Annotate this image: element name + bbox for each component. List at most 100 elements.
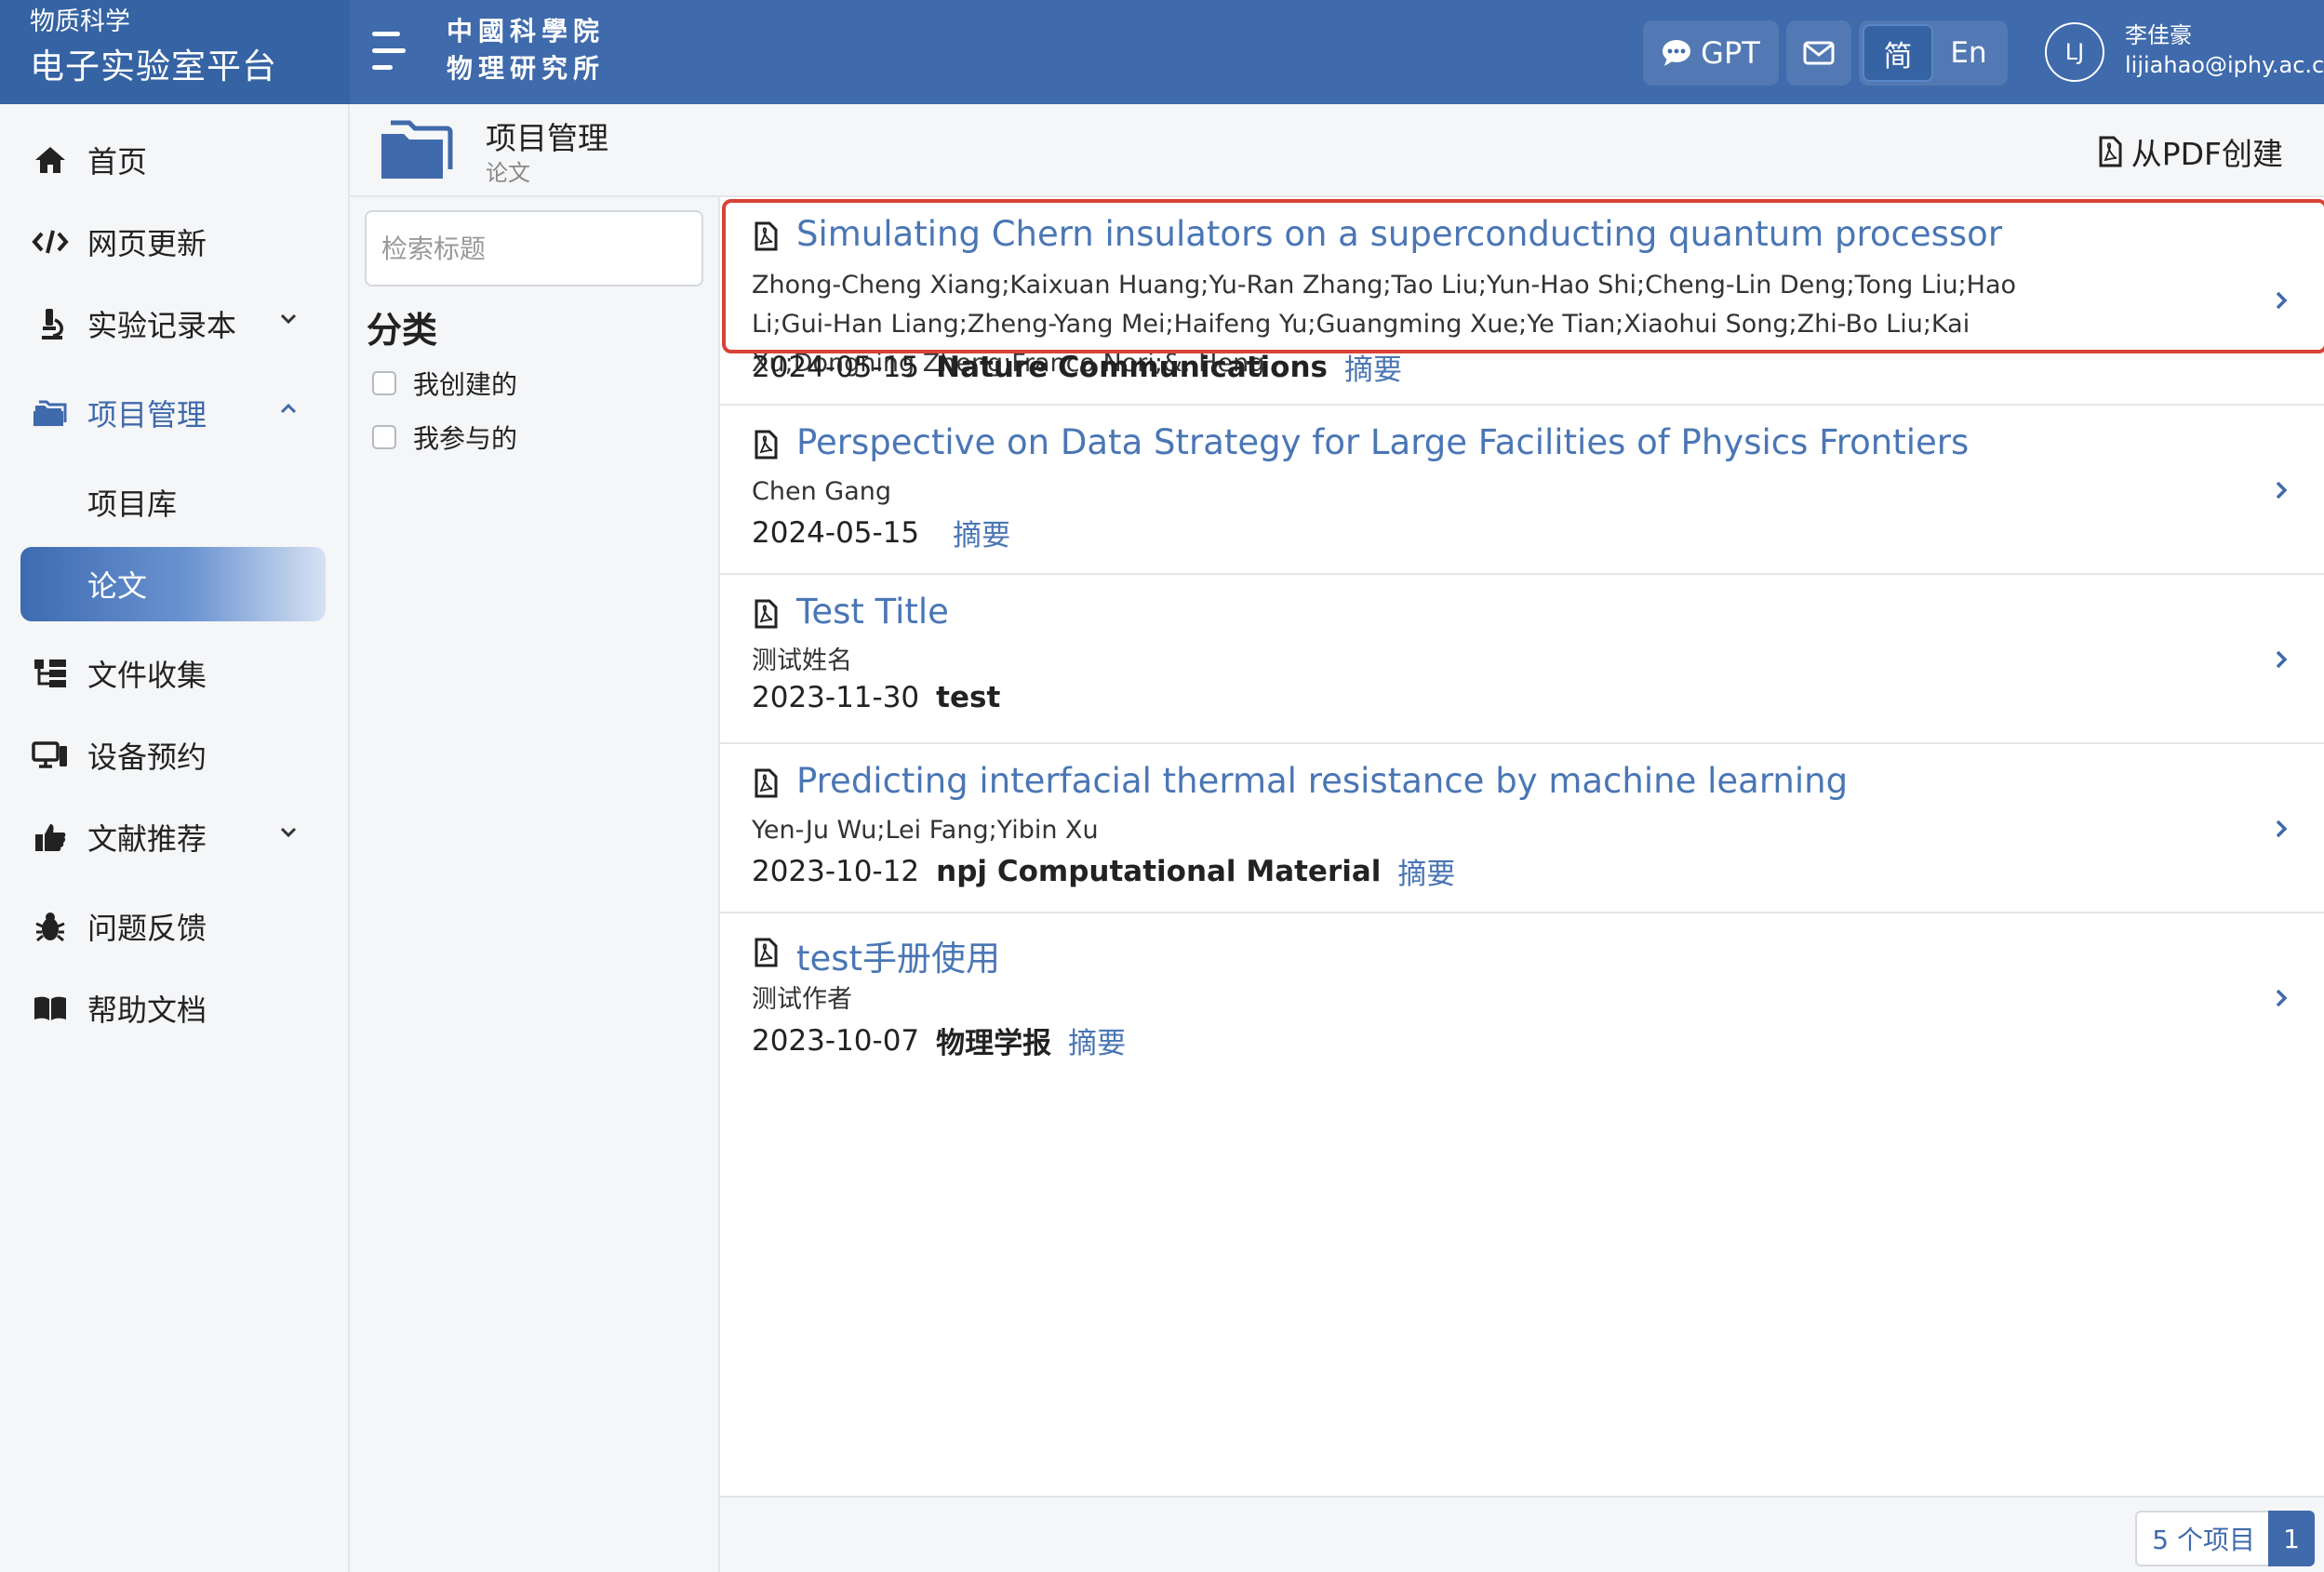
paper-journal: npj Computational Material [936,854,1382,888]
paper-meta: 2023-11-30 test [752,681,1017,714]
microscope-icon [32,305,69,342]
pdf-file-icon [755,221,778,251]
sidebar-item-web-updates[interactable]: 网页更新 [20,205,326,279]
chevron-right-icon [2276,650,2288,669]
abstract-link[interactable]: 摘要 [1344,346,1402,388]
brand[interactable]: 物质科学 电子实验室平台 [0,0,350,104]
search-box [365,210,703,286]
paper-meta: 2023-10-07 物理学报 摘要 [752,1019,1126,1061]
paper-journal: test [936,681,1001,714]
paper-authors: 测试姓名 [752,646,852,675]
paper-date: 2024-05-15 [752,350,920,384]
code-icon [32,223,69,260]
checkbox[interactable] [372,425,396,449]
paper-authors: Chen Gang [752,477,891,506]
sidebar-item-label: 问题反馈 [87,911,207,946]
sidebar-item-label: 文献推荐 [87,821,207,857]
paper-meta: 2023-10-12 npj Computational Material 摘要 [752,850,1455,892]
filter-participated-in[interactable]: 我参与的 [372,419,517,456]
paper-title-link[interactable]: Perspective on Data Strategy for Large F… [796,422,1969,462]
institute-logo: 中國科學院 物理研究所 [447,13,605,87]
list-item[interactable]: Simulating Chern insulators on a superco… [720,197,2324,406]
brand-subtitle: 物质科学 [30,7,130,36]
filter-panel: 分类 我创建的 我参与的 [350,197,720,1572]
page-subtitle: 论文 [486,160,530,186]
page-header: 项目管理 论文 从PDF创建 [350,104,2324,197]
sidebar-item-help-docs[interactable]: 帮助文档 [20,971,326,1046]
list-footer: 5 个项目 1 [720,1496,2324,1572]
list-item[interactable]: Predicting interfacial thermal resistanc… [720,744,2324,913]
paper-journal: 物理学报 [936,1027,1052,1060]
pdf-file-icon [2099,136,2122,167]
checkbox[interactable] [372,371,396,395]
user-name: 李佳豪 [2125,22,2192,48]
list-item[interactable]: test手册使用 测试作者 2023-10-07 物理学报 摘要 [720,913,2324,1083]
folder-icon [32,394,69,432]
gpt-label: GPT [1701,35,1760,71]
bug-icon [32,908,69,945]
sidebar-item-label: 实验记录本 [87,308,237,343]
user-email: lijiahao@iphy.ac.cn [2125,52,2324,78]
sidebar-item-feedback[interactable]: 问题反馈 [20,889,326,964]
paper-meta: 2024-05-15 Nature Communications 摘要 [752,346,1402,388]
sidebar-item-label: 文件收集 [87,658,207,693]
abstract-link[interactable]: 摘要 [953,512,1010,553]
category-title: 分类 [367,310,438,351]
abstract-link[interactable]: 摘要 [1068,1019,1126,1061]
paper-title-link[interactable]: Test Title [796,592,949,632]
paper-authors: Yen-Ju Wu;Lei Fang;Yibin Xu [752,816,1099,845]
list-item[interactable]: Perspective on Data Strategy for Large F… [720,406,2324,575]
chevron-down-icon [280,313,297,325]
devices-icon [32,737,69,774]
chevron-right-icon [2276,291,2288,310]
brand-title: 电子实验室平台 [30,47,277,87]
paper-journal: Nature Communications [936,350,1329,384]
institute-logo-line1: 中國科學院 [447,16,606,47]
institute-logo-line2: 物理研究所 [447,53,606,84]
chat-bubble-icon [1663,40,1691,66]
thumbs-up-icon [32,819,69,856]
checkbox-label: 我创建的 [413,369,518,400]
pdf-file-icon [755,430,778,460]
sidebar-item-home[interactable]: 首页 [20,123,326,197]
sidebar-item-literature-recommendation[interactable]: 文献推荐 [20,800,326,874]
create-from-pdf-button[interactable]: 从PDF创建 [2098,128,2283,175]
top-bar: 物质科学 电子实验室平台 中國科學院 物理研究所 GPT 简 En LJ 李佳豪… [0,0,2324,104]
filter-created-by-me[interactable]: 我创建的 [372,365,517,402]
sidebar-item-project-management[interactable]: 项目管理 [20,376,326,450]
home-icon [32,141,69,179]
sidebar-item-label: 项目管理 [87,397,207,433]
paper-date: 2023-10-07 [752,1023,920,1058]
mail-button[interactable] [1786,20,1851,86]
avatar[interactable]: LJ [2045,22,2104,82]
chevron-up-icon [280,403,297,414]
book-icon [32,990,69,1027]
paper-date: 2024-05-15 [752,515,920,550]
list-item[interactable]: Test Title 测试姓名 2023-11-30 test [720,575,2324,744]
paper-authors: 测试作者 [752,985,852,1014]
abstract-link[interactable]: 摘要 [1397,850,1455,892]
paper-title-link[interactable]: Simulating Chern insulators on a superco… [796,214,2002,254]
sidebar-item-project-library[interactable]: 项目库 [20,465,326,540]
pagination-page-button[interactable]: 1 [2268,1511,2315,1566]
paper-date: 2023-10-12 [752,854,920,888]
paper-title-link[interactable]: Predicting interfacial thermal resistanc… [796,761,1848,801]
lang-simplified-button[interactable]: 简 [1863,24,1933,82]
language-switch: 简 En [1859,20,2008,86]
page-title: 项目管理 [486,120,608,156]
lang-english-button[interactable]: En [1933,24,2004,82]
paper-date: 2023-11-30 [752,681,920,714]
sidebar-item-file-collection[interactable]: 文件收集 [20,636,326,711]
folder-icon [381,120,453,179]
sidebar-item-label: 帮助文档 [87,992,207,1028]
paper-title-link[interactable]: test手册使用 [796,930,1000,980]
sidebar-item-equipment-booking[interactable]: 设备预约 [20,718,326,793]
sidebar: 首页 网页更新 实验记录本 项目管理 项目库 论文 文件收集 设备预约 文献推荐… [0,104,350,1572]
chevron-down-icon [280,827,297,838]
sidebar-item-lab-notebook[interactable]: 实验记录本 [20,286,326,361]
sidebar-item-papers[interactable]: 论文 [20,547,326,621]
menu-toggle-icon[interactable] [367,26,411,78]
search-input[interactable] [367,212,701,285]
pdf-file-icon [755,768,778,798]
gpt-button[interactable]: GPT [1643,20,1779,86]
